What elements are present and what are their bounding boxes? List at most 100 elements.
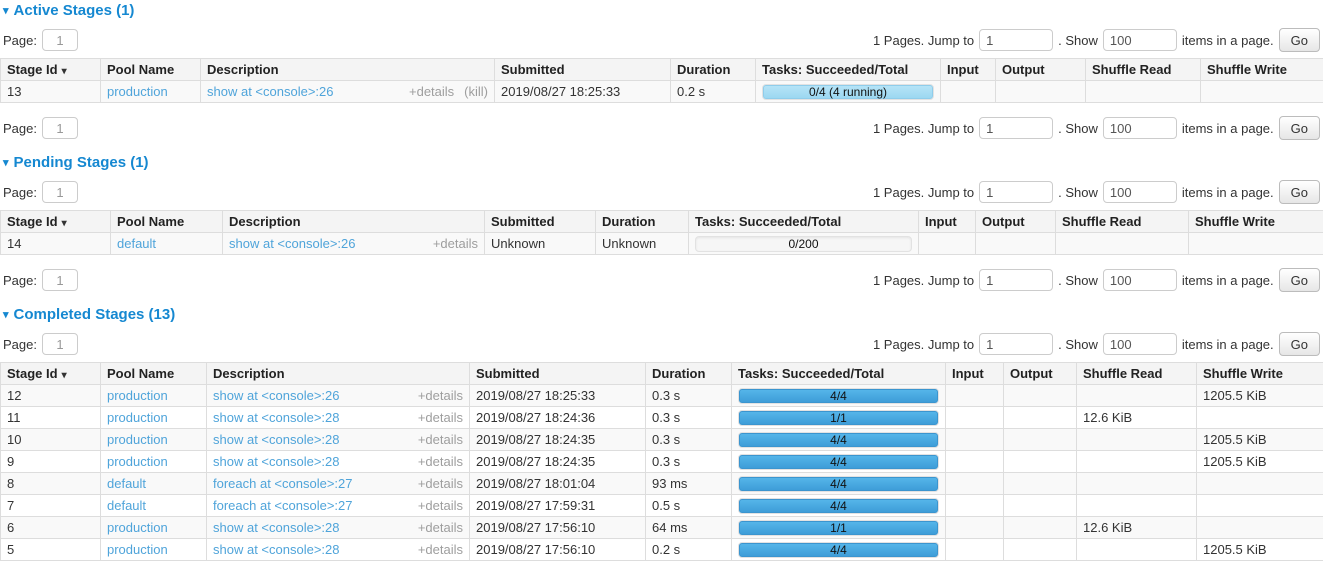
- column-header-tasks-succeeded-total[interactable]: Tasks: Succeeded/Total: [732, 363, 946, 385]
- items-per-page-input[interactable]: [1103, 117, 1177, 139]
- shuffle-read-cell: 12.6 KiB: [1077, 407, 1197, 429]
- pool-name-link[interactable]: default: [107, 476, 146, 491]
- pool-name-link[interactable]: production: [107, 520, 168, 535]
- column-header-shuffle-write[interactable]: Shuffle Write: [1197, 363, 1323, 385]
- column-header-pool-name[interactable]: Pool Name: [101, 59, 201, 81]
- section-header-pending-stages[interactable]: ▾Pending Stages (1): [3, 154, 1323, 171]
- output-cell: [1004, 495, 1077, 517]
- items-per-page-input[interactable]: [1103, 333, 1177, 355]
- column-header-duration[interactable]: Duration: [596, 211, 689, 233]
- details-toggle-link[interactable]: +details: [418, 454, 463, 469]
- section-header-completed-stages[interactable]: ▾Completed Stages (13): [3, 306, 1323, 323]
- column-header-tasks-succeeded-total[interactable]: Tasks: Succeeded/Total: [689, 211, 919, 233]
- items-per-page-input[interactable]: [1103, 29, 1177, 51]
- go-button[interactable]: Go: [1279, 116, 1320, 140]
- jump-to-page-input[interactable]: [979, 269, 1053, 291]
- details-toggle-link[interactable]: +details: [418, 498, 463, 513]
- column-header-description[interactable]: Description: [201, 59, 495, 81]
- details-toggle-link[interactable]: +details: [418, 410, 463, 425]
- go-button[interactable]: Go: [1279, 268, 1320, 292]
- section-header-active-stages[interactable]: ▾Active Stages (1): [3, 2, 1323, 19]
- jump-to-page-input[interactable]: [979, 181, 1053, 203]
- page-number-input[interactable]: [42, 333, 78, 355]
- stage-id-cell: 11: [1, 407, 101, 429]
- pool-name-link[interactable]: default: [117, 236, 156, 251]
- column-header-output[interactable]: Output: [976, 211, 1056, 233]
- items-per-page-input[interactable]: [1103, 181, 1177, 203]
- page-number-input[interactable]: [42, 29, 78, 51]
- pool-name-link[interactable]: production: [107, 84, 168, 99]
- details-toggle-link[interactable]: +details: [433, 236, 478, 251]
- column-header-stage-id[interactable]: Stage Id▾: [1, 363, 101, 385]
- output-cell: [1004, 473, 1077, 495]
- column-header-duration[interactable]: Duration: [671, 59, 756, 81]
- submitted-cell: 2019/08/27 18:24:36: [470, 407, 646, 429]
- column-header-output[interactable]: Output: [1004, 363, 1077, 385]
- page-number-input[interactable]: [42, 117, 78, 139]
- column-header-shuffle-read[interactable]: Shuffle Read: [1056, 211, 1189, 233]
- column-header-pool-name[interactable]: Pool Name: [101, 363, 207, 385]
- pool-name-link[interactable]: production: [107, 432, 168, 447]
- column-header-shuffle-write[interactable]: Shuffle Write: [1189, 211, 1323, 233]
- details-toggle-link[interactable]: +details: [418, 432, 463, 447]
- pool-name-cell: production: [101, 385, 207, 407]
- items-per-page-input[interactable]: [1103, 269, 1177, 291]
- column-header-description[interactable]: Description: [223, 211, 485, 233]
- pool-name-link[interactable]: default: [107, 498, 146, 513]
- column-header-description[interactable]: Description: [207, 363, 470, 385]
- go-button[interactable]: Go: [1279, 332, 1320, 356]
- stage-id-cell: 14: [1, 233, 111, 255]
- column-header-stage-id[interactable]: Stage Id▾: [1, 59, 101, 81]
- column-header-output[interactable]: Output: [996, 59, 1086, 81]
- input-cell: [946, 517, 1004, 539]
- column-header-submitted[interactable]: Submitted: [495, 59, 671, 81]
- tasks-cell: 4/4: [732, 473, 946, 495]
- table-header-row: Stage Id▾Pool NameDescriptionSubmittedDu…: [1, 211, 1323, 233]
- column-header-submitted[interactable]: Submitted: [485, 211, 596, 233]
- column-header-shuffle-write[interactable]: Shuffle Write: [1201, 59, 1323, 81]
- output-cell: [1004, 407, 1077, 429]
- column-header-input[interactable]: Input: [919, 211, 976, 233]
- column-header-shuffle-read[interactable]: Shuffle Read: [1077, 363, 1197, 385]
- pool-name-link[interactable]: production: [107, 454, 168, 469]
- column-header-submitted[interactable]: Submitted: [470, 363, 646, 385]
- jump-to-page-input[interactable]: [979, 117, 1053, 139]
- description-link[interactable]: show at <console>:28: [213, 454, 339, 469]
- details-toggle-link[interactable]: +details: [418, 388, 463, 403]
- details-toggle-link[interactable]: +details: [418, 520, 463, 535]
- jump-to-page-input[interactable]: [979, 333, 1053, 355]
- column-header-stage-id[interactable]: Stage Id▾: [1, 211, 111, 233]
- description-link[interactable]: show at <console>:26: [213, 388, 339, 403]
- description-link[interactable]: show at <console>:26: [229, 236, 355, 251]
- shuffle-read-cell: [1077, 451, 1197, 473]
- page-number-input[interactable]: [42, 181, 78, 203]
- pool-name-link[interactable]: production: [107, 388, 168, 403]
- details-toggle-link[interactable]: +details: [418, 476, 463, 491]
- description-link[interactable]: show at <console>:28: [213, 432, 339, 447]
- pages-count-text: 1 Pages. Jump to: [873, 273, 974, 288]
- submitted-cell: 2019/08/27 18:01:04: [470, 473, 646, 495]
- column-header-duration[interactable]: Duration: [646, 363, 732, 385]
- column-header-input[interactable]: Input: [946, 363, 1004, 385]
- column-header-input[interactable]: Input: [941, 59, 996, 81]
- description-link[interactable]: foreach at <console>:27: [213, 476, 353, 491]
- go-button[interactable]: Go: [1279, 180, 1320, 204]
- go-button[interactable]: Go: [1279, 28, 1320, 52]
- input-cell: [946, 495, 1004, 517]
- description-link[interactable]: show at <console>:28: [213, 410, 339, 425]
- submitted-cell: 2019/08/27 17:56:10: [470, 517, 646, 539]
- column-header-shuffle-read[interactable]: Shuffle Read: [1086, 59, 1201, 81]
- description-link[interactable]: show at <console>:28: [213, 520, 339, 535]
- details-toggle-link[interactable]: +details: [409, 84, 454, 99]
- kill-link[interactable]: (kill): [464, 84, 488, 99]
- description-link[interactable]: foreach at <console>:27: [213, 498, 353, 513]
- stage-id-cell: 7: [1, 495, 101, 517]
- column-header-pool-name[interactable]: Pool Name: [111, 211, 223, 233]
- page-number-input[interactable]: [42, 269, 78, 291]
- jump-to-page-input[interactable]: [979, 29, 1053, 51]
- pool-name-link[interactable]: production: [107, 410, 168, 425]
- description-link[interactable]: show at <console>:26: [207, 84, 333, 99]
- column-header-tasks-succeeded-total[interactable]: Tasks: Succeeded/Total: [756, 59, 941, 81]
- collapse-caret-icon: ▾: [3, 309, 9, 321]
- submitted-cell: 2019/08/27 18:25:33: [470, 385, 646, 407]
